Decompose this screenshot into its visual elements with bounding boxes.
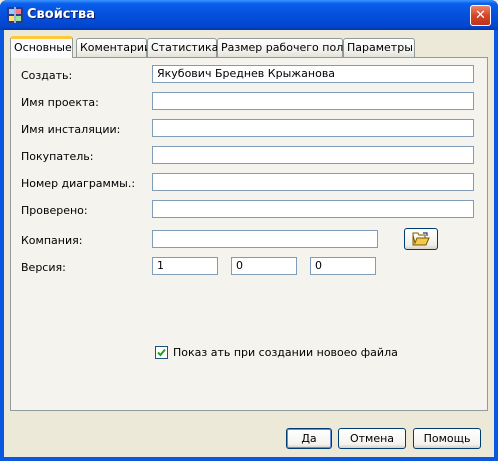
install-name-field[interactable] (152, 119, 474, 137)
author-label: Создать: (21, 69, 73, 82)
show-on-create-checkbox[interactable] (155, 346, 168, 359)
tab-workspace-size[interactable]: Размер рабочего поля (217, 38, 350, 57)
ok-button[interactable]: Да (286, 428, 332, 449)
tab-label: Размер рабочего поля (221, 41, 350, 54)
open-folder-icon (412, 232, 430, 246)
tab-label: Статистика (151, 41, 219, 54)
dialog-body: Основные Коментарии Статистика Размер ра… (4, 30, 494, 457)
customer-label: Покупатель: (21, 150, 94, 163)
cancel-button[interactable]: Отмена (338, 428, 406, 449)
diagram-number-field[interactable] (152, 173, 474, 191)
company-field[interactable] (152, 230, 378, 248)
general-tab-panel: Создать: Якубович Бреднев Крыжанова Имя … (10, 57, 488, 411)
customer-field[interactable] (152, 146, 474, 164)
checkmark-icon (157, 348, 166, 357)
tab-label: Коментарии (80, 41, 152, 54)
version-label: Версия: (21, 261, 66, 274)
version-major-field[interactable]: 1 (152, 257, 218, 275)
company-label: Компания: (21, 234, 83, 247)
tab-label: Основные (14, 41, 72, 54)
tab-label: Параметры (347, 41, 413, 54)
checked-by-field[interactable] (152, 200, 474, 218)
app-icon (7, 7, 23, 23)
title-bar[interactable]: Свойства ✕ (0, 0, 498, 30)
diagram-number-label: Номер диаграммы.: (21, 177, 136, 190)
tab-statistics[interactable]: Статистика (147, 38, 219, 57)
tab-parameters[interactable]: Параметры (343, 38, 415, 57)
install-name-label: Имя инсталяции: (21, 123, 121, 136)
author-field[interactable]: Якубович Бреднев Крыжанова (152, 65, 474, 83)
tab-comments[interactable]: Коментарии (76, 38, 151, 57)
help-button[interactable]: Помощь (413, 428, 481, 449)
tab-general[interactable]: Основные (10, 36, 73, 58)
version-minor-field[interactable]: 0 (231, 257, 297, 275)
close-icon: ✕ (475, 8, 486, 23)
checked-by-label: Проверено: (21, 204, 88, 217)
browse-company-button[interactable] (404, 228, 438, 250)
project-name-field[interactable] (152, 92, 474, 110)
show-on-create-label: Показ ать при создании новоео файла (173, 346, 398, 359)
version-build-field[interactable]: 0 (310, 257, 376, 275)
properties-dialog: Свойства ✕ Основные Коментарии Статистик… (0, 0, 498, 461)
window-title: Свойства (27, 7, 96, 22)
close-button[interactable]: ✕ (470, 5, 491, 26)
project-name-label: Имя проекта: (21, 96, 99, 109)
